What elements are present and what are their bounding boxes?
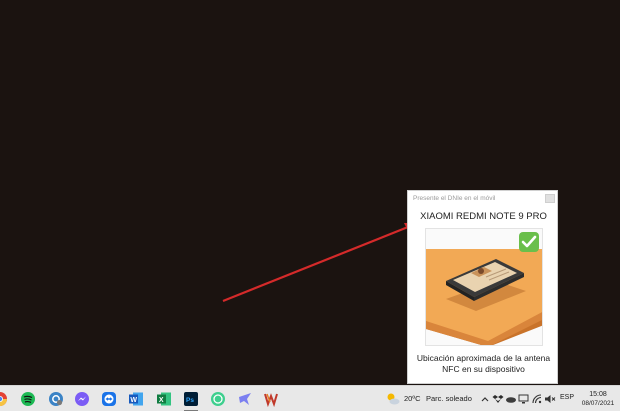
volume-muted-icon[interactable] — [544, 393, 556, 405]
taskbar: W X Ps 20ºC Parc. soleado ESP 15:08 08/0… — [0, 385, 620, 411]
device-name: XIAOMI REDMI NOTE 9 PRO — [420, 211, 547, 222]
svg-text:X: X — [159, 397, 164, 404]
excel-icon[interactable]: X — [156, 391, 172, 407]
show-hidden-icons-chevron-icon[interactable] — [479, 393, 491, 405]
close-button[interactable] — [545, 194, 555, 203]
teamviewer-icon[interactable] — [101, 391, 117, 407]
clock-date: 08/07/2021 — [581, 400, 615, 407]
onedrive-icon[interactable] — [505, 393, 517, 405]
language-indicator[interactable]: ESP — [560, 394, 574, 401]
dropbox-icon[interactable] — [492, 393, 504, 405]
svg-text:W: W — [130, 397, 137, 404]
messenger-icon[interactable] — [74, 391, 90, 407]
word-icon[interactable]: W — [128, 391, 144, 407]
popup-title: Presente el DNIe en el móvil — [413, 195, 496, 202]
weather-condition: Parc. soleado — [426, 394, 472, 403]
spotify-icon[interactable] — [20, 391, 36, 407]
weather-temperature: 20ºC — [404, 394, 421, 403]
nfc-caption: Ubicación aproximada de la antena NFC en… — [416, 353, 551, 374]
winrar-icon[interactable] — [263, 391, 279, 407]
phone-nfc-illustration — [425, 228, 543, 346]
clock[interactable]: 15:08 08/07/2021 — [578, 390, 618, 408]
clock-time: 15:08 — [589, 391, 607, 398]
chrome-icon[interactable] — [0, 391, 8, 407]
photoshop-icon[interactable]: Ps — [183, 391, 199, 407]
check-icon — [519, 232, 539, 252]
nfc-popup-window: Presente el DNIe en el móvil XIAOMI REDM… — [407, 190, 558, 384]
svg-text:Ps: Ps — [186, 397, 194, 404]
popup-titlebar: Presente el DNIe en el móvil — [408, 191, 557, 208]
spotify-green-icon[interactable] — [210, 391, 226, 407]
settings-icon[interactable] — [48, 391, 64, 407]
partly-sunny-icon — [386, 392, 400, 406]
bird-app-icon[interactable] — [237, 391, 253, 407]
wifi-icon[interactable] — [531, 393, 543, 405]
network-icon[interactable] — [518, 393, 530, 405]
